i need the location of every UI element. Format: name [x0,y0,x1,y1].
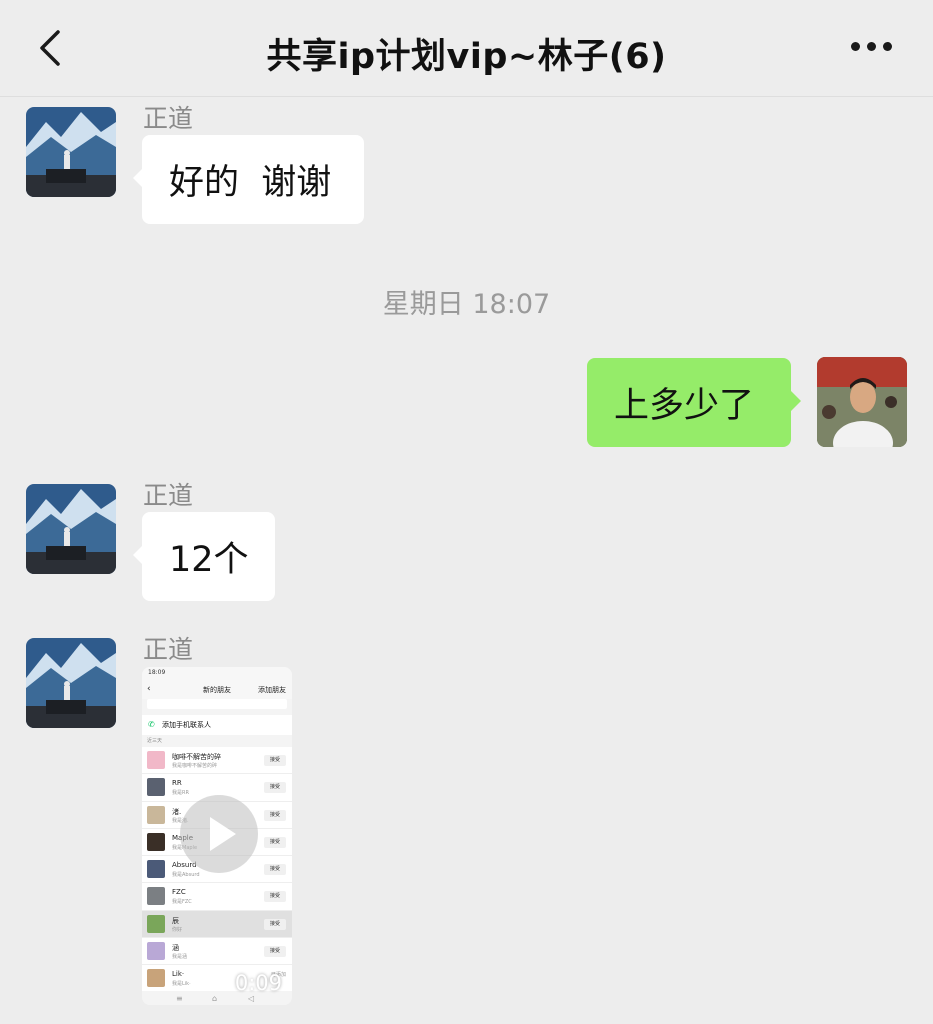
message-text: 上多少了 [614,386,755,426]
mountain-avatar-image [26,107,116,197]
contact-name: 辰 [172,916,179,925]
sender-name: 正道 [143,104,194,133]
contact-name: 渚. [172,807,182,816]
contact-avatar [147,778,165,797]
sender-name: 正道 [143,635,194,664]
chat-title: 共享ip计划vip~林子(6) [266,37,667,77]
contact-avatar [147,914,165,933]
message-bubble-outgoing[interactable]: 上多少了 [587,358,801,447]
accept-button: 接受 [264,891,286,903]
accept-button: 接受 [264,782,286,794]
contact-sub: 我是涵 [172,954,188,961]
contact-sub: 我是RR [172,790,189,797]
contact-sub: 你好 [172,926,183,933]
thumbnail-status-bar: 18:09 [142,667,292,679]
avatar-zhengdao[interactable] [26,638,116,728]
avatar-self[interactable] [817,357,907,447]
message-bubble-incoming[interactable]: 12个 [133,512,275,601]
contact-avatar [147,832,165,851]
thumbnail-section-label: 近三天 [147,738,163,744]
contact-name: Lik· [172,970,185,979]
home-icon: ⌂ [212,994,218,1003]
contact-avatar [147,805,165,824]
contact-avatar [147,751,165,769]
timestamp: 星期日 18:07 [382,289,551,320]
contact-avatar [147,887,165,906]
thumbnail-header: ‹ 新的朋友 添加朋友 [142,679,292,699]
back-icon: ◁ [248,994,255,1003]
more-dots-icon[interactable] [851,42,893,54]
thumbnail-row: 涵 我是涵 接受 [142,938,292,966]
contact-sub: 我是Absurd [172,872,200,879]
contact-name: 咖啡不解苦的碎 [172,753,221,761]
play-icon[interactable] [180,795,258,873]
accept-button: 接受 [264,836,286,848]
thumbnail-search [147,699,287,709]
video-duration: 0:09 [234,971,282,995]
thumbnail-row: 辰 你好 接受 [142,910,292,939]
contact-name: RR [172,779,182,788]
avatar-zhengdao[interactable] [26,107,116,197]
self-photo-avatar-image [817,357,907,447]
contact-name: FZC [172,888,186,897]
thumbnail-row: 咖啡不解苦的碎 我是咖啡不解苦的碎 接受 [142,747,292,775]
mountain-avatar-image [26,484,116,574]
contact-sub: 我是咖啡不解苦的碎 [172,763,218,769]
avatar-zhengdao[interactable] [26,484,116,574]
accept-button: 接受 [264,918,286,930]
message-text: 12个 [169,540,249,580]
accept-button: 接受 [264,809,286,821]
thumbnail-add-contacts: 添加手机联系人 [142,715,292,735]
contact-avatar [147,860,165,879]
contact-name: 涵 [172,944,179,953]
thumbnail-right-action: 添加朋友 [258,686,286,694]
message-text: 好的 谢谢 [169,163,332,203]
contact-sub: 我是FZC [172,899,192,906]
sender-name: 正道 [143,481,194,510]
video-message[interactable]: 18:09 ‹ 新的朋友 添加朋友 添加手机联系人 近三天 咖啡不解苦的碎 我是… [142,667,292,1005]
mountain-avatar-image [26,638,116,728]
accept-button: 接受 [264,755,286,766]
accept-button: 接受 [264,946,286,958]
nav-bar: 共享ip计划vip~林子(6) [0,0,933,97]
thumbnail-row: FZC 我是FZC 接受 [142,883,292,911]
accept-button: 接受 [264,864,286,876]
contact-sub: 我是Lik· [172,981,191,988]
menu-icon: ≡ [176,994,183,1003]
contact-avatar [147,942,165,961]
message-bubble-incoming[interactable]: 好的 谢谢 [133,135,364,224]
contact-avatar [147,969,165,988]
